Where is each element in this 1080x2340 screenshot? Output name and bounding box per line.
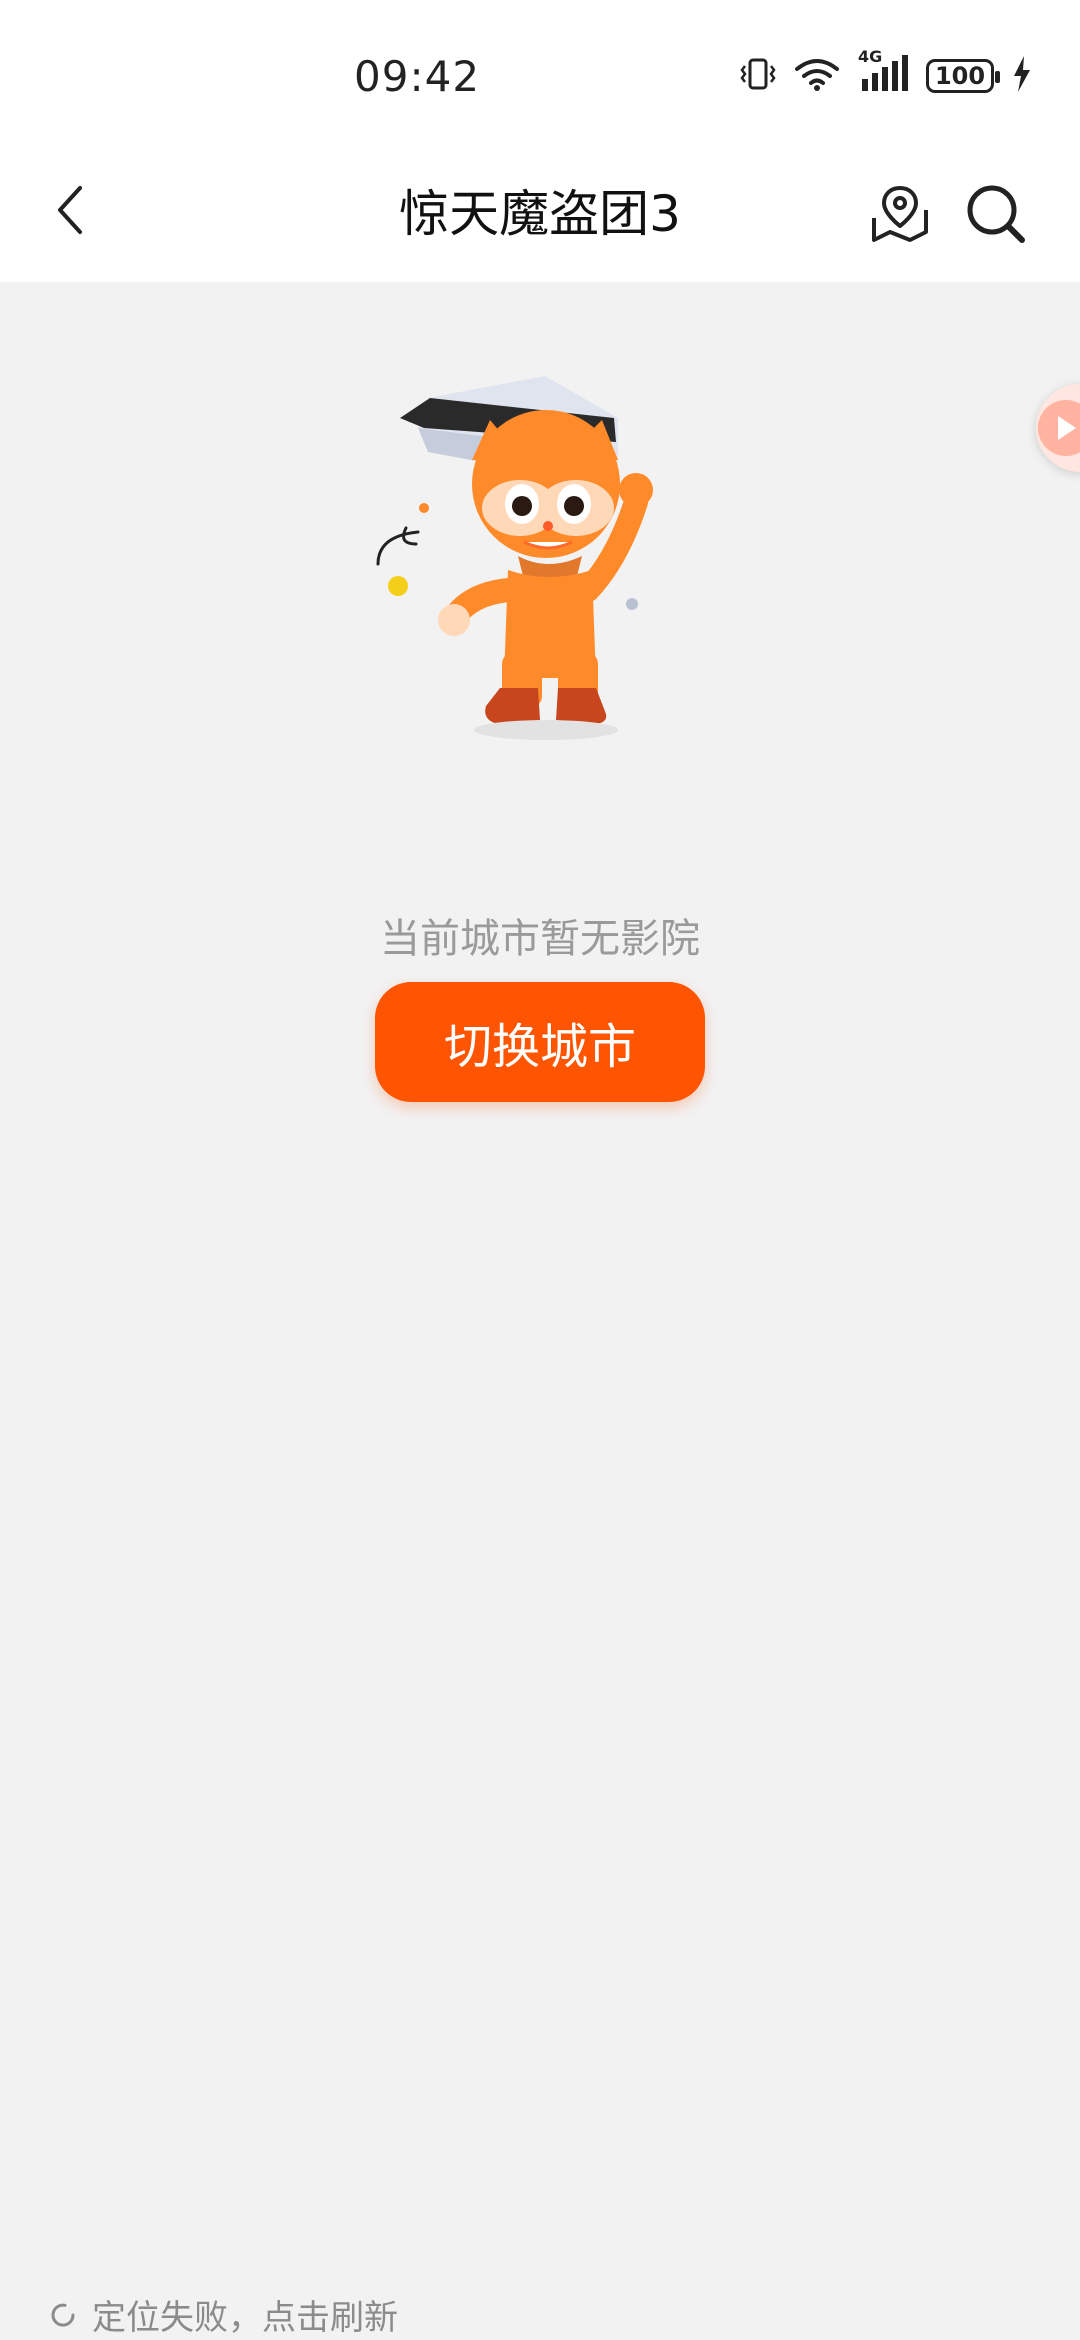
navigation-bar: 惊天魔盗团3 xyxy=(0,150,1080,282)
charging-icon xyxy=(1012,56,1032,96)
signal-icon: 4G xyxy=(858,47,908,97)
battery-level: 100 xyxy=(934,62,986,90)
search-button[interactable] xyxy=(958,176,1034,252)
map-location-icon xyxy=(872,186,928,242)
switch-city-button[interactable]: 切换城市 xyxy=(375,982,705,1102)
status-icons: 4G 100 xyxy=(740,47,1032,98)
play-icon xyxy=(1038,400,1080,456)
mascot-illustration xyxy=(376,376,653,740)
content-area: 当前城市暂无影院 切换城市 xyxy=(0,282,1080,2340)
status-bar: 09:42 4G 100 xyxy=(0,0,1080,150)
refresh-icon xyxy=(51,2303,75,2327)
floating-promo-badge[interactable] xyxy=(1036,384,1080,472)
network-type: 4G xyxy=(858,47,883,66)
location-status-text: 定位失败，点击刷新 xyxy=(92,2298,398,2338)
location-refresh[interactable]: 定位失败，点击刷新 xyxy=(48,2290,398,2339)
battery-icon: 100 xyxy=(926,59,1000,93)
status-time: 09:42 xyxy=(354,52,481,101)
map-location-button[interactable] xyxy=(862,176,938,252)
search-icon xyxy=(967,185,1025,243)
vibrate-icon xyxy=(740,54,776,98)
empty-state-message: 当前城市暂无影院 xyxy=(380,916,700,962)
wifi-icon xyxy=(794,56,840,96)
